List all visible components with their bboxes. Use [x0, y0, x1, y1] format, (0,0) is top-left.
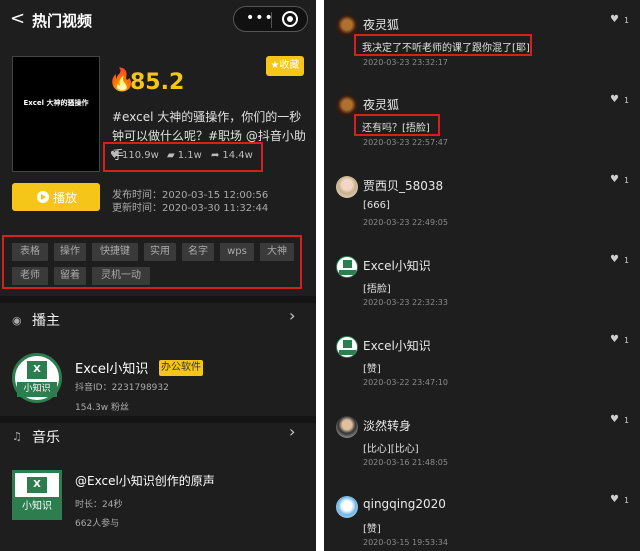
heat-score: 85.2: [130, 70, 185, 95]
heart-icon[interactable]: ♥: [610, 254, 619, 265]
music-title[interactable]: @Excel小知识创作的原声: [75, 472, 215, 489]
page-title: 热门视频: [32, 12, 93, 30]
creator-fans: 154.3w 粉丝: [75, 403, 129, 413]
creator-avatar[interactable]: X 小知识: [12, 353, 62, 403]
comment-like-count: 1: [624, 416, 630, 425]
comment-user[interactable]: Excel小知识: [363, 337, 431, 354]
creator-name[interactable]: Excel小知识: [75, 358, 148, 377]
tag-chip[interactable]: 操作: [54, 243, 86, 261]
comment-text: 还有吗？[捂脸]: [362, 123, 430, 134]
comment-text: [赞]: [363, 524, 381, 535]
comment-user[interactable]: 贾西贝_58038: [363, 177, 443, 194]
comment-avatar[interactable]: [336, 416, 358, 438]
comment-time: 2020-03-22 23:47:10: [363, 378, 448, 387]
more-icon[interactable]: •••: [246, 10, 274, 26]
creator-category-badge: 办公软件: [159, 360, 203, 376]
comment-time: 2020-03-23 22:57:47: [363, 138, 448, 147]
share-icon: ➦: [211, 150, 220, 161]
likes-count: 110.9w: [121, 150, 159, 161]
favorite-button[interactable]: ★收藏: [266, 56, 304, 76]
comment-user[interactable]: 夜灵狐: [363, 16, 399, 33]
creator-section-title: 播主: [32, 313, 60, 329]
tag-chip[interactable]: 留着: [54, 267, 86, 285]
comment-avatar[interactable]: [336, 176, 358, 198]
comment-time: 2020-03-15 19:53:34: [363, 538, 448, 547]
comment-user[interactable]: Excel小知识: [363, 257, 431, 274]
heart-icon[interactable]: ♥: [610, 414, 619, 425]
comment-user[interactable]: qingqing2020: [363, 497, 446, 511]
music-section-title: 音乐: [32, 430, 60, 446]
heart-icon[interactable]: ♥: [610, 494, 619, 505]
comment-text: 我决定了不听老师的课了跟你混了[耶]: [362, 43, 530, 54]
update-time: 更新时间：2020-03-30 11:32:44: [112, 203, 269, 214]
music-chevron-icon[interactable]: ›: [289, 422, 295, 441]
section-divider: [0, 416, 316, 423]
mini-program-capsule: •••: [233, 6, 308, 32]
video-stats: ♥ 110.9w ▰ 1.1w ➦ 14.4w: [103, 142, 263, 172]
comment-time: 2020-03-16 21:48:05: [363, 458, 448, 467]
comment-like-count: 1: [624, 336, 630, 345]
shares-stat: ➦ 14.4w: [211, 150, 253, 161]
tag-list: 表格 操作 快捷键 实用 名字 wps 大神 老师 留着 灵机一动: [2, 235, 302, 289]
comment-time: 2020-03-23 22:32:33: [363, 298, 448, 307]
comment-user[interactable]: 夜灵狐: [363, 96, 399, 113]
play-button[interactable]: 播放: [12, 183, 100, 211]
tag-chip[interactable]: 老师: [12, 267, 48, 285]
section-divider: [0, 296, 316, 303]
video-cover[interactable]: Excel 大神的骚操作: [12, 56, 100, 172]
tag-chip[interactable]: wps: [220, 243, 254, 261]
video-cover-text: Excel 大神的骚操作: [23, 99, 89, 107]
music-icon: ♫: [12, 430, 22, 443]
comment-like-count: 1: [624, 96, 630, 105]
tag-chip[interactable]: 表格: [12, 243, 48, 261]
comment-user[interactable]: 淡然转身: [363, 417, 411, 434]
excel-x-icon: X: [27, 477, 47, 493]
heart-icon[interactable]: ♥: [610, 14, 619, 25]
comment-avatar[interactable]: [336, 256, 358, 278]
video-detail-pane: < 热门视频 ••• Excel 大神的骚操作 🔥 85.2 ★收藏 #exce…: [0, 0, 316, 551]
music-cover[interactable]: X 小知识: [12, 470, 62, 520]
tag-chip[interactable]: 大神: [260, 243, 294, 261]
comment-time: 2020-03-23 22:49:05: [363, 218, 448, 227]
comment-text: [赞]: [363, 364, 381, 375]
creator-icon: ◉: [12, 314, 22, 327]
comment-text: [666]: [363, 200, 390, 211]
heart-icon[interactable]: ♥: [610, 94, 619, 105]
comments-pane: 夜灵狐 ♥ 1 我决定了不听老师的课了跟你混了[耶] 2020-03-23 23…: [324, 0, 640, 551]
comment-like-count: 1: [624, 176, 630, 185]
play-label: 播放: [53, 191, 78, 205]
comment-like-count: 1: [624, 256, 630, 265]
capsule-divider: [271, 12, 272, 28]
heart-icon[interactable]: ♥: [610, 334, 619, 345]
comments-count: 1.1w: [177, 150, 202, 161]
tag-chip[interactable]: 灵机一动: [92, 267, 150, 285]
back-icon[interactable]: <: [10, 8, 25, 29]
tag-chip[interactable]: 实用: [144, 243, 176, 261]
creator-chevron-icon[interactable]: ›: [289, 306, 295, 325]
comment-text: [捂脸]: [363, 284, 391, 295]
comment-text: [比心][比心]: [363, 444, 419, 455]
play-icon: [37, 191, 49, 203]
close-target-icon[interactable]: [282, 11, 298, 27]
comment-time: 2020-03-23 23:32:17: [363, 58, 448, 67]
comment-icon: ▰: [167, 150, 175, 161]
music-participants: 662人参与: [75, 519, 120, 529]
music-logo-label: 小知识: [15, 497, 59, 517]
comment-like-count: 1: [624, 496, 630, 505]
comment-avatar[interactable]: [336, 336, 358, 358]
creator-douyin-id: 抖音ID：2231798932: [75, 383, 169, 393]
likes-stat: ♥ 110.9w: [110, 150, 159, 161]
creator-logo-label: 小知识: [17, 382, 57, 397]
tag-chip[interactable]: 名字: [182, 243, 214, 261]
tag-chip[interactable]: 快捷键: [92, 243, 138, 261]
shares-count: 14.4w: [222, 150, 253, 161]
comment-avatar[interactable]: [336, 496, 358, 518]
excel-x-icon: X: [27, 361, 47, 379]
music-duration: 时长：24秒: [75, 500, 123, 510]
comment-like-count: 1: [624, 16, 630, 25]
heart-icon[interactable]: ♥: [610, 174, 619, 185]
heart-icon: ♥: [110, 150, 119, 161]
comments-stat: ▰ 1.1w: [167, 150, 202, 161]
